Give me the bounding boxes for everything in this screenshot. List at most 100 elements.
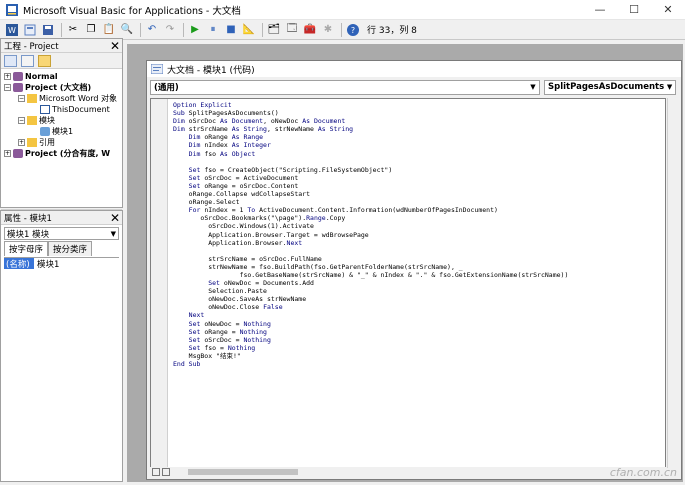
project-icon — [13, 149, 23, 158]
tree-node-label: Project (分合有度, W — [25, 149, 111, 158]
toolbar-separator — [183, 22, 184, 37]
code-line[interactable]: Dim fso As Object — [173, 150, 568, 158]
code-line[interactable]: For nIndex = 1 To ActiveDocument.Content… — [173, 206, 568, 214]
code-line[interactable]: Set oSrcDoc = Nothing — [173, 336, 568, 344]
tree-node[interactable]: − Microsoft Word 对象 — [18, 93, 117, 104]
code-line[interactable]: Set fso = Nothing — [173, 344, 568, 352]
tree-node[interactable]: 模块1 — [40, 126, 73, 137]
code-line[interactable]: Option Explicit — [173, 101, 568, 109]
maximize-button[interactable]: ☐ — [617, 0, 651, 20]
code-editor[interactable]: Option Explicit Sub SplitPagesAsDocuments… — [150, 98, 666, 468]
object-combo[interactable]: (通用) ▼ — [150, 79, 540, 95]
code-line[interactable]: Dim strSrcName As String, strNewName As … — [173, 125, 568, 133]
object-browser-icon[interactable]: 🧰 — [302, 22, 318, 38]
view-object-icon[interactable] — [21, 54, 34, 67]
code-line[interactable]: Set oRange = oSrcDoc.Content — [173, 182, 568, 190]
tree-node[interactable]: − Project (大文档) — [4, 82, 91, 93]
redo-icon[interactable]: ↷ — [162, 22, 178, 38]
object-combo-value: (通用) — [154, 83, 179, 93]
expand-toggle-icon[interactable]: + — [4, 73, 11, 80]
code-line[interactable]: Set oRange = Nothing — [173, 328, 568, 336]
run-icon[interactable]: ▶ — [187, 22, 203, 38]
expand-toggle-icon[interactable]: − — [18, 117, 25, 124]
code-line[interactable]: Sub SplitPagesAsDocuments() — [173, 109, 568, 117]
toolbox-icon[interactable]: ✱ — [320, 22, 336, 38]
design-mode-icon[interactable]: 📐 — [241, 22, 257, 38]
reset-icon[interactable]: ■ — [223, 22, 239, 38]
code-line[interactable]: oRange.Select — [173, 198, 568, 206]
title-bar: Microsoft Visual Basic for Applications … — [0, 0, 685, 20]
properties-header: 属性 - 模块1 ✕ — [1, 211, 122, 225]
minimize-button[interactable]: — — [583, 0, 617, 20]
properties-window: 属性 - 模块1 ✕ 模块1 模块 ▼ 按字母序 按分类序 (名称) 模块1 — [0, 210, 123, 482]
close-project-explorer-button[interactable]: ✕ — [108, 39, 122, 53]
code-line[interactable]: oSrcDoc.Windows(1).Activate — [173, 222, 568, 230]
object-select[interactable]: 模块1 模块 ▼ — [4, 227, 119, 240]
full-module-view-icon[interactable] — [162, 468, 170, 476]
tree-node-label: 引用 — [39, 138, 55, 147]
code-line[interactable]: Set oNewDoc = Documents.Add — [173, 279, 568, 287]
property-value[interactable]: 模块1 — [34, 258, 59, 270]
toolbar-separator — [61, 22, 62, 37]
code-line[interactable]: Dim oRange As Range — [173, 133, 568, 141]
view-word-icon[interactable]: W — [4, 22, 20, 38]
code-line[interactable]: Application.Browser.Next — [173, 239, 568, 247]
expand-toggle-icon[interactable]: + — [18, 139, 25, 146]
paste-icon[interactable]: 📋 — [101, 22, 117, 38]
code-line[interactable]: MsgBox "结束!" — [173, 352, 568, 360]
close-properties-button[interactable]: ✕ — [108, 211, 122, 225]
code-line[interactable]: Set fso = CreateObject("Scripting.FileSy… — [173, 166, 568, 174]
copy-icon[interactable]: ❐ — [83, 22, 99, 38]
property-row[interactable]: (名称) 模块1 — [4, 257, 119, 270]
code-line[interactable]: oNewDoc.Close False — [173, 303, 568, 311]
expand-toggle-icon[interactable]: − — [18, 95, 25, 102]
break-icon[interactable]: ⏸ — [205, 22, 221, 38]
code-line[interactable] — [173, 158, 568, 166]
procedure-combo[interactable]: SplitPagesAsDocuments ▼ — [544, 79, 676, 95]
tree-node[interactable]: + Project (分合有度, W — [4, 148, 110, 159]
code-line[interactable]: Application.Browser.Target = wdBrowsePag… — [173, 231, 568, 239]
tree-node[interactable]: ThisDocument — [40, 104, 110, 115]
code-line[interactable]: Dim oSrcDoc As Document, oNewDoc As Docu… — [173, 117, 568, 125]
code-line[interactable]: strNewName = fso.BuildPath(fso.GetParent… — [173, 263, 568, 271]
code-line[interactable] — [173, 247, 568, 255]
undo-icon[interactable]: ↶ — [144, 22, 160, 38]
tab-alphabetic[interactable]: 按字母序 — [4, 241, 49, 256]
save-icon[interactable] — [40, 22, 56, 38]
tab-categorized[interactable]: 按分类序 — [48, 241, 93, 256]
code-line[interactable]: fso.GetBaseName(strSrcName) & "_" & nInd… — [173, 271, 569, 279]
code-line[interactable]: Dim nIndex As Integer — [173, 141, 568, 149]
project-explorer-icon[interactable]: 🗂 — [266, 22, 282, 38]
code-horizontal-scrollbar[interactable] — [150, 467, 666, 477]
code-line[interactable]: Set oNewDoc = Nothing — [173, 320, 568, 328]
code-line[interactable]: strSrcName = oSrcDoc.FullName — [173, 255, 568, 263]
find-icon[interactable]: 🔍 — [119, 22, 135, 38]
expand-toggle-icon[interactable]: + — [4, 150, 11, 157]
code-vertical-scrollbar[interactable] — [667, 98, 681, 468]
properties-tabs: 按字母序 按分类序 — [1, 241, 122, 256]
close-button[interactable]: ✕ — [651, 0, 685, 20]
view-code-icon[interactable] — [4, 54, 17, 67]
toolbar-separator — [140, 22, 141, 37]
procedure-view-icon[interactable] — [152, 468, 160, 476]
code-line[interactable]: oRange.Collapse wdCollapseStart — [173, 190, 568, 198]
expand-toggle-icon[interactable]: − — [4, 84, 11, 91]
cut-icon[interactable]: ✂ — [65, 22, 81, 38]
code-line[interactable]: oSrcDoc.Bookmarks("\page").Range.Copy — [173, 214, 568, 222]
scrollbar-thumb[interactable] — [188, 469, 298, 475]
help-icon[interactable]: ? — [345, 22, 361, 38]
tree-node[interactable]: + 引用 — [18, 137, 55, 148]
code-line[interactable]: Set oSrcDoc = ActiveDocument — [173, 174, 568, 182]
code-line[interactable]: End Sub — [173, 360, 568, 368]
toggle-folders-icon[interactable] — [38, 54, 51, 67]
tree-node[interactable]: − 模块 — [18, 115, 55, 126]
properties-window-icon[interactable]: 🗔 — [284, 22, 300, 38]
code-text[interactable]: Option Explicit Sub SplitPagesAsDocuments… — [173, 101, 568, 368]
standard-toolbar: W ✂ ❐ 📋 🔍 ↶ ↷ ▶ ⏸ ■ 📐 🗂 🗔 🧰 ✱ ? 行 33，列 8 — [0, 20, 685, 40]
code-line[interactable]: Next — [173, 311, 568, 319]
insert-module-icon[interactable] — [22, 22, 38, 38]
code-window-title: 大文档 - 模块1 (代码) — [167, 65, 255, 76]
code-line[interactable]: oNewDoc.SaveAs strNewName — [173, 295, 568, 303]
code-line[interactable]: Selection.Paste — [173, 287, 568, 295]
tree-node[interactable]: + Normal — [4, 71, 58, 82]
